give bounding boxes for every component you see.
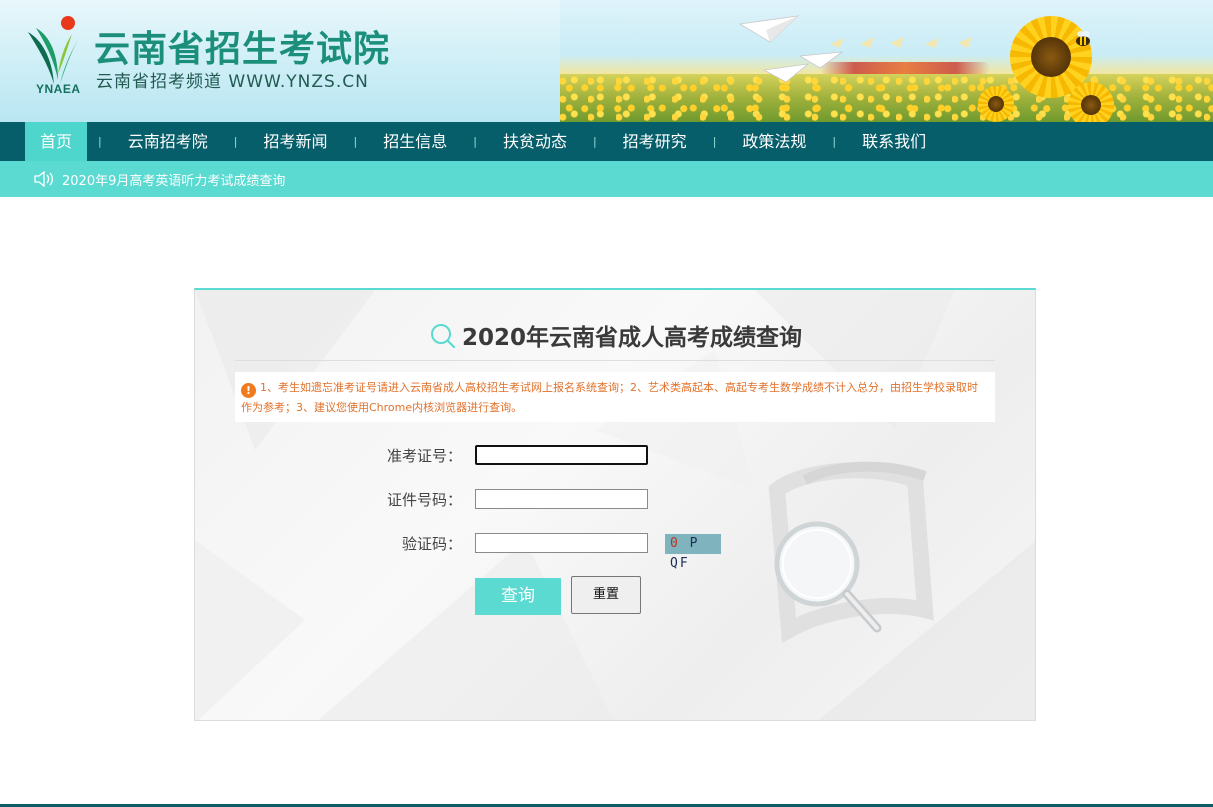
captcha-input[interactable]: [475, 533, 648, 553]
nav-separator: |: [473, 135, 477, 148]
exam-number-label: 准考证号：: [386, 447, 462, 465]
paper-planes-row-icon: [830, 37, 972, 48]
nav-item-policy[interactable]: 政策法规: [727, 122, 821, 161]
nav-separator: |: [353, 135, 358, 148]
query-panel: 2020年云南省成人高考成绩查询 ! 1、考生如遗忘准考证号请进入云南省成人高校招…: [194, 288, 1036, 721]
warning-icon: !: [241, 383, 256, 398]
notice-bar: 2020年9月高考英语听力考试成绩查询: [0, 161, 1213, 197]
exam-number-input[interactable]: [475, 445, 648, 465]
captcha-char: 0: [670, 536, 680, 551]
query-button[interactable]: 查询: [475, 578, 561, 615]
notice-tip: ! 1、考生如遗忘准考证号请进入云南省成人高校招生考试网上报名系统查询；2、艺术类…: [235, 372, 995, 422]
title-divider: [235, 360, 995, 361]
page-title: 2020年云南省成人高考成绩查询: [195, 318, 1035, 352]
page-title-text: 2020年云南省成人高考成绩查询: [461, 325, 802, 351]
nav-item-ynzsy[interactable]: 云南招考院: [113, 122, 223, 161]
nav-item-news[interactable]: 招考新闻: [248, 122, 342, 161]
id-number-label: 证件号码：: [386, 491, 462, 509]
nav-item-research[interactable]: 招考研究: [608, 122, 702, 161]
nav-item-poverty-relief[interactable]: 扶贫动态: [488, 122, 582, 161]
magnifier-documents-icon: [768, 461, 934, 643]
logo-text: YNAEA: [36, 82, 81, 96]
main-nav: 首页 | 云南招考院 | 招考新闻 | 招生信息 | 扶贫动态 | 招考研究 |…: [0, 122, 1213, 161]
bee-icon: [1076, 31, 1090, 46]
sunflower-small-icon: [1068, 82, 1114, 122]
paper-plane-icon: [740, 15, 800, 43]
sunflower-small-icon: [978, 86, 1014, 122]
site-title[interactable]: 云南省招生考试院: [94, 20, 390, 72]
nav-item-admission-info[interactable]: 招生信息: [368, 122, 462, 161]
banner-glow: [820, 62, 990, 74]
site-subtitle: 云南省招考频道 WWW.YNZS.CN: [96, 72, 369, 92]
paper-plane-icon: [800, 51, 844, 69]
sunflower-field-image: [560, 74, 1213, 122]
nav-item-contact[interactable]: 联系我们: [847, 122, 941, 161]
header-banner: YNAEA 云南省招生考试院 云南省招考频道 WWW.YNZS.CN: [0, 0, 1213, 122]
nav-separator: |: [592, 135, 597, 148]
speaker-icon: [34, 171, 53, 187]
notice-tip-text: 1、考生如遗忘准考证号请进入云南省成人高校招生考试网上报名系统查询；2、艺术类高…: [241, 381, 978, 414]
nav-item-home[interactable]: 首页: [25, 122, 88, 161]
reset-button[interactable]: 重置: [571, 576, 641, 614]
nav-separator: |: [233, 135, 238, 148]
nav-separator: |: [832, 135, 837, 148]
captcha-label: 验证码：: [401, 535, 462, 553]
nav-separator: |: [712, 135, 717, 148]
notice-link[interactable]: 2020年9月高考英语听力考试成绩查询: [62, 170, 285, 189]
captcha-image[interactable]: 0 P QF: [665, 534, 721, 571]
nav-separator: |: [98, 135, 102, 148]
id-number-input[interactable]: [475, 489, 648, 509]
search-icon: [430, 324, 456, 349]
